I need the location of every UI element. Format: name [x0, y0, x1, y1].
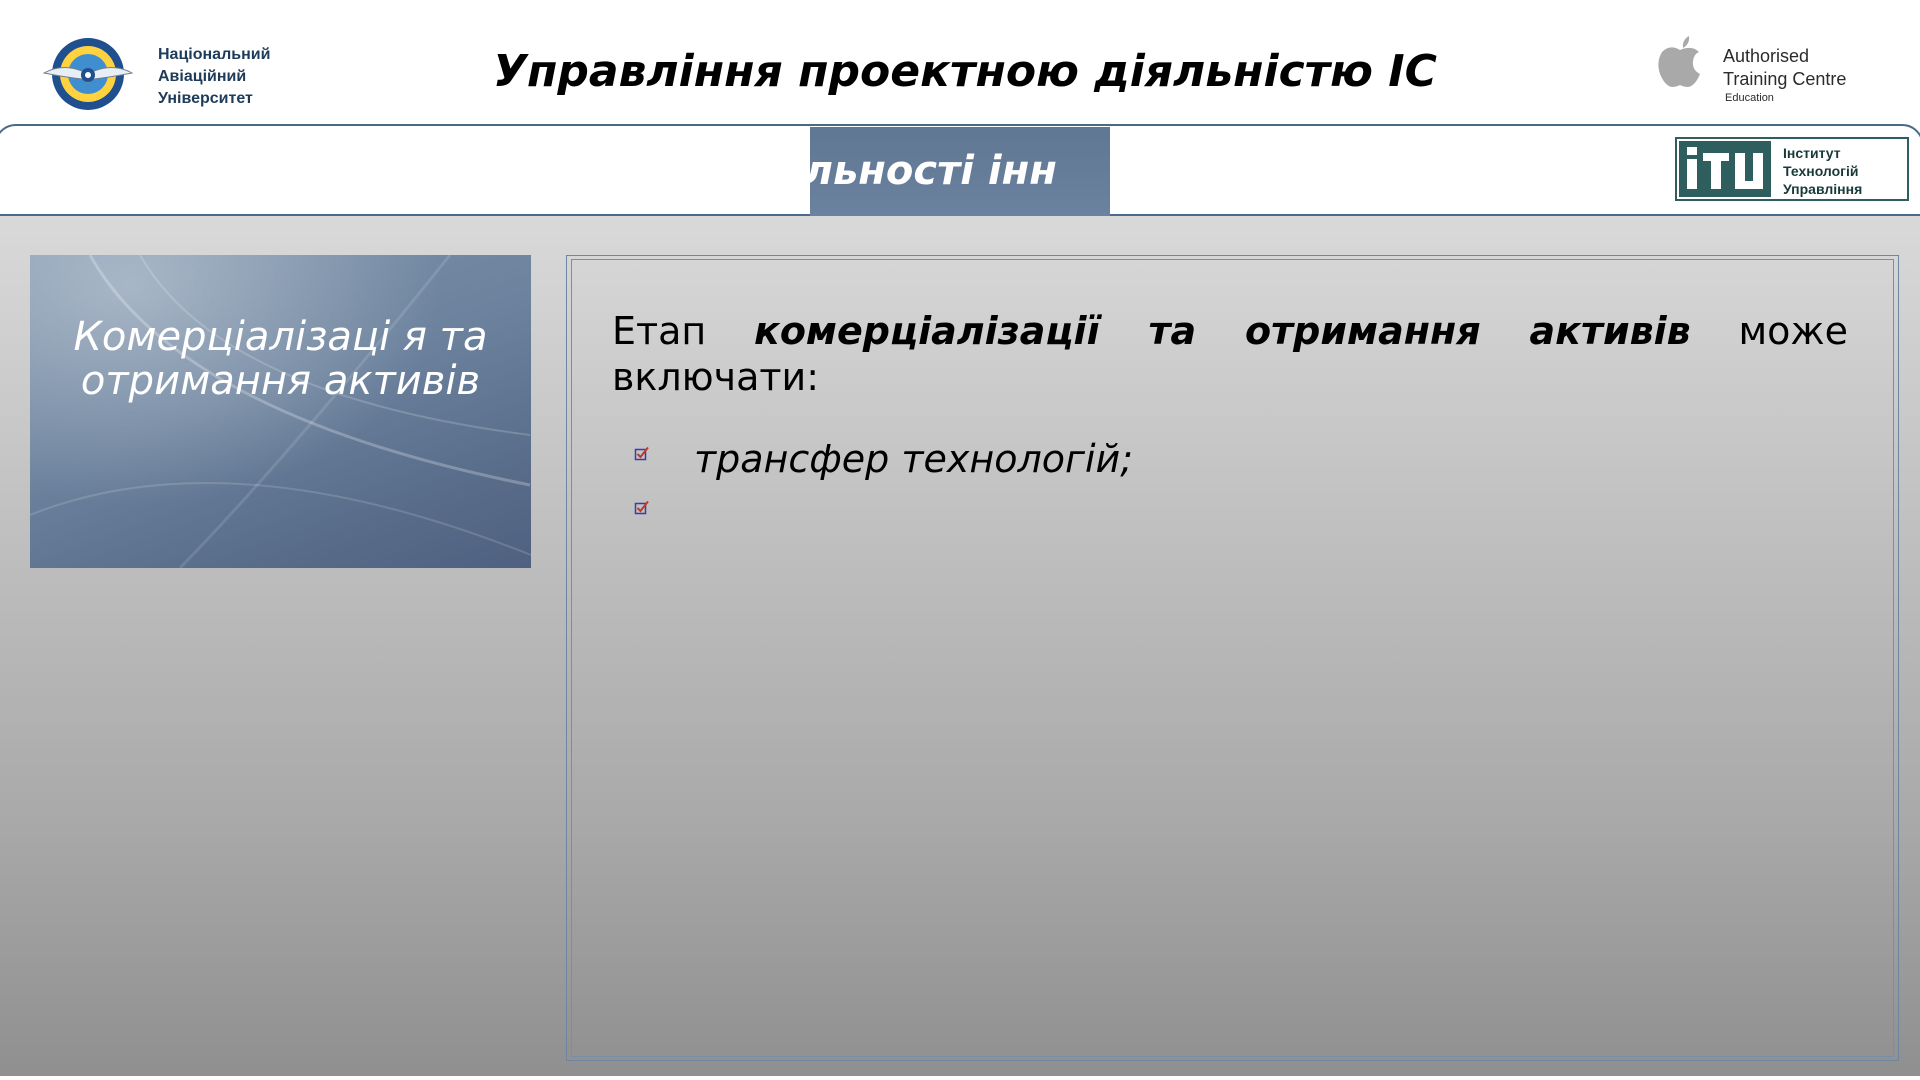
panel-swirl-decoration — [30, 255, 531, 568]
itu-mark — [1679, 141, 1771, 197]
slide-header: Національний Авіаційний Університет Упра… — [0, 0, 1920, 125]
intro-paragraph: Етап комерціалізації та отримання активі… — [612, 308, 1848, 400]
university-name-line: Авіаційний — [158, 68, 247, 85]
list-item: трансфер технологій; — [634, 432, 1834, 486]
list-item — [634, 486, 1834, 540]
slide-title: Управління проектною діяльністю ІС — [493, 46, 1437, 97]
intro-prefix: Етап — [612, 309, 755, 353]
side-title-panel: Комерціалізаці я та отримання активів — [30, 255, 531, 568]
itu-logo-icon: Інститут Технологій Управління — [1675, 137, 1909, 201]
checkbox-bullet-icon — [634, 500, 650, 516]
section-subtitle-box: яльності інн — [810, 127, 1110, 216]
university-name-line: Національний — [158, 46, 271, 63]
intro-emphasis: комерціалізації та отримання активів — [754, 309, 1691, 353]
badge-line: Authorised — [1723, 46, 1810, 66]
nau-emblem-icon — [42, 33, 134, 115]
section-subtitle: яльності інн — [810, 148, 1057, 194]
apple-logo-icon — [1656, 32, 1704, 90]
badge-line: Education — [1725, 92, 1774, 104]
list-item-text: трансфер технологій; — [694, 437, 1134, 481]
itu-name-line: Інститут — [1783, 145, 1841, 161]
itu-name-line: Технологій — [1783, 163, 1859, 179]
side-panel-title: Комерціалізаці я та отримання активів — [73, 314, 488, 404]
authorised-training-badge: Authorised Training Centre Education — [1723, 45, 1846, 105]
checkbox-bullet-icon — [634, 446, 650, 462]
itu-name: Інститут Технологій Управління — [1783, 144, 1862, 198]
badge-line: Training Centre — [1723, 69, 1847, 89]
university-name: Національний Авіаційний Університет — [158, 44, 270, 110]
itu-name-line: Управління — [1783, 181, 1863, 197]
bullet-list: трансфер технологій; — [634, 432, 1834, 540]
university-name-line: Університет — [158, 90, 253, 107]
